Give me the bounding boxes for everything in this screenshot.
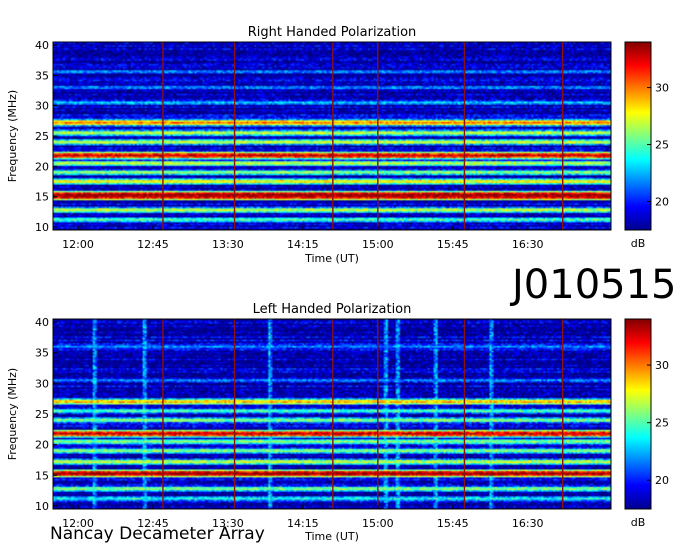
x-tick-label: 15:45 — [437, 517, 469, 530]
chart-title: Left Handed Polarization — [253, 302, 412, 317]
colorbar-tick-label: 20 — [655, 474, 669, 487]
y-tick-label: 10 — [35, 221, 49, 234]
left-polarization-panel: Left Handed Polarization12:00 12:45 13:30 1… — [6, 302, 669, 543]
y-tick-label: 35 — [35, 347, 49, 360]
spectrogram-heatmap — [53, 319, 611, 509]
y-tick-label: 10 — [35, 500, 49, 513]
y-axis-label: Frequency (MHz) — [6, 368, 19, 460]
colorbar-tick-label: 20 — [655, 196, 669, 209]
x-tick-label: 13:30 — [212, 238, 244, 251]
colorbar-label: dB — [631, 516, 646, 529]
y-tick-label: 30 — [35, 100, 49, 113]
y-tick-label: 40 — [35, 39, 49, 52]
x-tick-label: 12:45 — [137, 238, 169, 251]
y-tick-label: 40 — [35, 316, 49, 329]
observation-id: J010515 — [512, 262, 677, 308]
y-tick-label: 15 — [35, 469, 49, 482]
x-tick-label: 14:15 — [287, 238, 319, 251]
y-axis-label: Frequency (MHz) — [6, 90, 19, 182]
x-axis-label: Time (UT) — [304, 530, 359, 543]
x-tick-label: 14:15 — [287, 517, 319, 530]
y-tick-label: 30 — [35, 377, 49, 390]
y-tick-label: 20 — [35, 439, 49, 452]
chart-title: Right Handed Polarization — [248, 25, 417, 40]
y-tick-label: 25 — [35, 408, 49, 421]
instrument-label: Nancay Decameter Array — [50, 524, 265, 544]
y-tick-label: 25 — [35, 130, 49, 143]
x-tick-label: 16:30 — [512, 238, 544, 251]
colorbar-label: dB — [631, 237, 646, 250]
colorbar-tick-label: 30 — [655, 82, 669, 95]
colorbar-tick-label: 30 — [655, 359, 669, 372]
x-axis-label: Time (UT) — [304, 252, 359, 265]
y-tick-label: 15 — [35, 191, 49, 204]
y-tick-label: 20 — [35, 160, 49, 173]
x-tick-label: 15:00 — [362, 238, 394, 251]
x-tick-label: 16:30 — [512, 517, 544, 530]
spectrogram-heatmap — [53, 42, 611, 230]
right-polarization-panel: Right Handed Polarization 12:00 12:45 13:30… — [6, 25, 669, 265]
x-tick-label: 15:00 — [362, 517, 394, 530]
colorbar-tick-label: 25 — [655, 139, 669, 152]
y-tick-label: 35 — [35, 69, 49, 82]
x-tick-label: 15:45 — [437, 238, 469, 251]
x-tick-label: 12:00 — [62, 238, 94, 251]
colorbar-tick-label: 25 — [655, 417, 669, 430]
